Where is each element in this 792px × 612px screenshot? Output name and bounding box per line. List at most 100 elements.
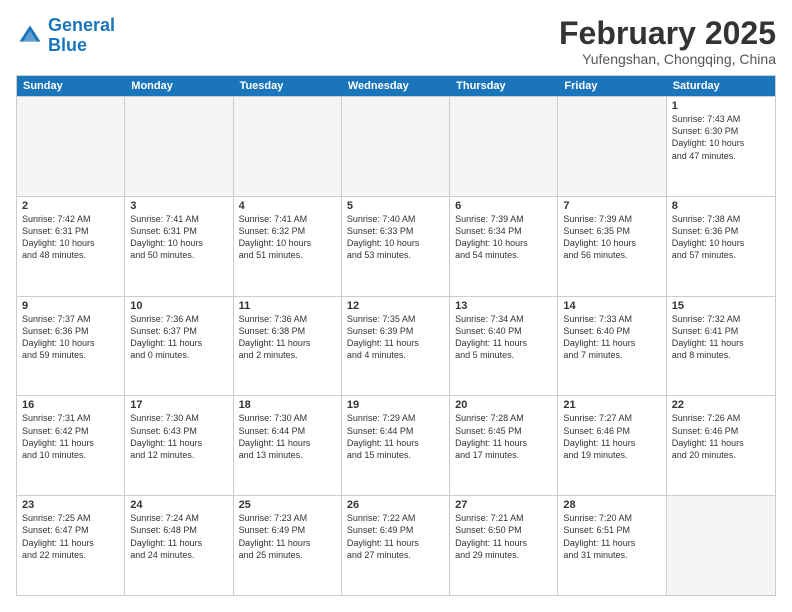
- calendar-cell: 2Sunrise: 7:42 AM Sunset: 6:31 PM Daylig…: [17, 197, 125, 296]
- calendar-cell: [234, 97, 342, 196]
- day-number: 1: [672, 100, 770, 112]
- day-number: 22: [672, 399, 770, 411]
- cell-info: Sunrise: 7:24 AM Sunset: 6:48 PM Dayligh…: [130, 512, 227, 561]
- calendar-cell: 9Sunrise: 7:37 AM Sunset: 6:36 PM Daylig…: [17, 297, 125, 396]
- day-number: 2: [22, 200, 119, 212]
- cell-info: Sunrise: 7:30 AM Sunset: 6:43 PM Dayligh…: [130, 412, 227, 461]
- day-number: 19: [347, 399, 444, 411]
- day-number: 11: [239, 300, 336, 312]
- cell-info: Sunrise: 7:37 AM Sunset: 6:36 PM Dayligh…: [22, 313, 119, 362]
- calendar-cell: 3Sunrise: 7:41 AM Sunset: 6:31 PM Daylig…: [125, 197, 233, 296]
- calendar-cell: 15Sunrise: 7:32 AM Sunset: 6:41 PM Dayli…: [667, 297, 775, 396]
- calendar-cell: 1Sunrise: 7:43 AM Sunset: 6:30 PM Daylig…: [667, 97, 775, 196]
- page: General Blue February 2025 Yufengshan, C…: [0, 0, 792, 612]
- calendar-cell: 26Sunrise: 7:22 AM Sunset: 6:49 PM Dayli…: [342, 496, 450, 595]
- day-number: 13: [455, 300, 552, 312]
- cell-info: Sunrise: 7:39 AM Sunset: 6:35 PM Dayligh…: [563, 213, 660, 262]
- day-number: 16: [22, 399, 119, 411]
- calendar-cell: 28Sunrise: 7:20 AM Sunset: 6:51 PM Dayli…: [558, 496, 666, 595]
- calendar-cell: 4Sunrise: 7:41 AM Sunset: 6:32 PM Daylig…: [234, 197, 342, 296]
- calendar-cell: [125, 97, 233, 196]
- calendar-row-4: 23Sunrise: 7:25 AM Sunset: 6:47 PM Dayli…: [17, 495, 775, 595]
- calendar-cell: 19Sunrise: 7:29 AM Sunset: 6:44 PM Dayli…: [342, 396, 450, 495]
- weekday-sunday: Sunday: [17, 76, 125, 96]
- cell-info: Sunrise: 7:39 AM Sunset: 6:34 PM Dayligh…: [455, 213, 552, 262]
- calendar: Sunday Monday Tuesday Wednesday Thursday…: [16, 75, 776, 596]
- day-number: 23: [22, 499, 119, 511]
- cell-info: Sunrise: 7:35 AM Sunset: 6:39 PM Dayligh…: [347, 313, 444, 362]
- calendar-cell: 12Sunrise: 7:35 AM Sunset: 6:39 PM Dayli…: [342, 297, 450, 396]
- calendar-cell: 24Sunrise: 7:24 AM Sunset: 6:48 PM Dayli…: [125, 496, 233, 595]
- day-number: 28: [563, 499, 660, 511]
- calendar-cell: 13Sunrise: 7:34 AM Sunset: 6:40 PM Dayli…: [450, 297, 558, 396]
- cell-info: Sunrise: 7:32 AM Sunset: 6:41 PM Dayligh…: [672, 313, 770, 362]
- day-number: 4: [239, 200, 336, 212]
- cell-info: Sunrise: 7:34 AM Sunset: 6:40 PM Dayligh…: [455, 313, 552, 362]
- day-number: 27: [455, 499, 552, 511]
- calendar-cell: 5Sunrise: 7:40 AM Sunset: 6:33 PM Daylig…: [342, 197, 450, 296]
- calendar-header: Sunday Monday Tuesday Wednesday Thursday…: [17, 76, 775, 96]
- weekday-tuesday: Tuesday: [234, 76, 342, 96]
- day-number: 7: [563, 200, 660, 212]
- cell-info: Sunrise: 7:38 AM Sunset: 6:36 PM Dayligh…: [672, 213, 770, 262]
- calendar-cell: 7Sunrise: 7:39 AM Sunset: 6:35 PM Daylig…: [558, 197, 666, 296]
- cell-info: Sunrise: 7:21 AM Sunset: 6:50 PM Dayligh…: [455, 512, 552, 561]
- calendar-cell: 8Sunrise: 7:38 AM Sunset: 6:36 PM Daylig…: [667, 197, 775, 296]
- day-number: 15: [672, 300, 770, 312]
- calendar-cell: [558, 97, 666, 196]
- day-number: 20: [455, 399, 552, 411]
- cell-info: Sunrise: 7:36 AM Sunset: 6:38 PM Dayligh…: [239, 313, 336, 362]
- cell-info: Sunrise: 7:41 AM Sunset: 6:32 PM Dayligh…: [239, 213, 336, 262]
- calendar-cell: 17Sunrise: 7:30 AM Sunset: 6:43 PM Dayli…: [125, 396, 233, 495]
- calendar-cell: [667, 496, 775, 595]
- calendar-cell: 25Sunrise: 7:23 AM Sunset: 6:49 PM Dayli…: [234, 496, 342, 595]
- cell-info: Sunrise: 7:33 AM Sunset: 6:40 PM Dayligh…: [563, 313, 660, 362]
- header: General Blue February 2025 Yufengshan, C…: [16, 16, 776, 67]
- day-number: 9: [22, 300, 119, 312]
- calendar-cell: 10Sunrise: 7:36 AM Sunset: 6:37 PM Dayli…: [125, 297, 233, 396]
- calendar-cell: 27Sunrise: 7:21 AM Sunset: 6:50 PM Dayli…: [450, 496, 558, 595]
- cell-info: Sunrise: 7:41 AM Sunset: 6:31 PM Dayligh…: [130, 213, 227, 262]
- calendar-cell: 20Sunrise: 7:28 AM Sunset: 6:45 PM Dayli…: [450, 396, 558, 495]
- day-number: 10: [130, 300, 227, 312]
- calendar-row-0: 1Sunrise: 7:43 AM Sunset: 6:30 PM Daylig…: [17, 96, 775, 196]
- day-number: 8: [672, 200, 770, 212]
- cell-info: Sunrise: 7:20 AM Sunset: 6:51 PM Dayligh…: [563, 512, 660, 561]
- calendar-row-1: 2Sunrise: 7:42 AM Sunset: 6:31 PM Daylig…: [17, 196, 775, 296]
- month-title: February 2025: [559, 16, 776, 51]
- calendar-cell: 6Sunrise: 7:39 AM Sunset: 6:34 PM Daylig…: [450, 197, 558, 296]
- weekday-thursday: Thursday: [450, 76, 558, 96]
- weekday-friday: Friday: [558, 76, 666, 96]
- day-number: 18: [239, 399, 336, 411]
- cell-info: Sunrise: 7:23 AM Sunset: 6:49 PM Dayligh…: [239, 512, 336, 561]
- calendar-cell: [450, 97, 558, 196]
- logo-text: General Blue: [48, 16, 115, 56]
- calendar-body: 1Sunrise: 7:43 AM Sunset: 6:30 PM Daylig…: [17, 96, 775, 595]
- calendar-cell: 11Sunrise: 7:36 AM Sunset: 6:38 PM Dayli…: [234, 297, 342, 396]
- cell-info: Sunrise: 7:26 AM Sunset: 6:46 PM Dayligh…: [672, 412, 770, 461]
- day-number: 6: [455, 200, 552, 212]
- cell-info: Sunrise: 7:29 AM Sunset: 6:44 PM Dayligh…: [347, 412, 444, 461]
- calendar-cell: 14Sunrise: 7:33 AM Sunset: 6:40 PM Dayli…: [558, 297, 666, 396]
- cell-info: Sunrise: 7:25 AM Sunset: 6:47 PM Dayligh…: [22, 512, 119, 561]
- day-number: 14: [563, 300, 660, 312]
- day-number: 12: [347, 300, 444, 312]
- cell-info: Sunrise: 7:28 AM Sunset: 6:45 PM Dayligh…: [455, 412, 552, 461]
- day-number: 21: [563, 399, 660, 411]
- calendar-cell: 22Sunrise: 7:26 AM Sunset: 6:46 PM Dayli…: [667, 396, 775, 495]
- calendar-row-2: 9Sunrise: 7:37 AM Sunset: 6:36 PM Daylig…: [17, 296, 775, 396]
- calendar-cell: [17, 97, 125, 196]
- title-block: February 2025 Yufengshan, Chongqing, Chi…: [559, 16, 776, 67]
- day-number: 25: [239, 499, 336, 511]
- cell-info: Sunrise: 7:30 AM Sunset: 6:44 PM Dayligh…: [239, 412, 336, 461]
- calendar-cell: 21Sunrise: 7:27 AM Sunset: 6:46 PM Dayli…: [558, 396, 666, 495]
- weekday-wednesday: Wednesday: [342, 76, 450, 96]
- day-number: 3: [130, 200, 227, 212]
- logo-icon: [16, 22, 44, 50]
- calendar-cell: 18Sunrise: 7:30 AM Sunset: 6:44 PM Dayli…: [234, 396, 342, 495]
- calendar-cell: [342, 97, 450, 196]
- cell-info: Sunrise: 7:42 AM Sunset: 6:31 PM Dayligh…: [22, 213, 119, 262]
- calendar-cell: 23Sunrise: 7:25 AM Sunset: 6:47 PM Dayli…: [17, 496, 125, 595]
- calendar-row-3: 16Sunrise: 7:31 AM Sunset: 6:42 PM Dayli…: [17, 395, 775, 495]
- cell-info: Sunrise: 7:31 AM Sunset: 6:42 PM Dayligh…: [22, 412, 119, 461]
